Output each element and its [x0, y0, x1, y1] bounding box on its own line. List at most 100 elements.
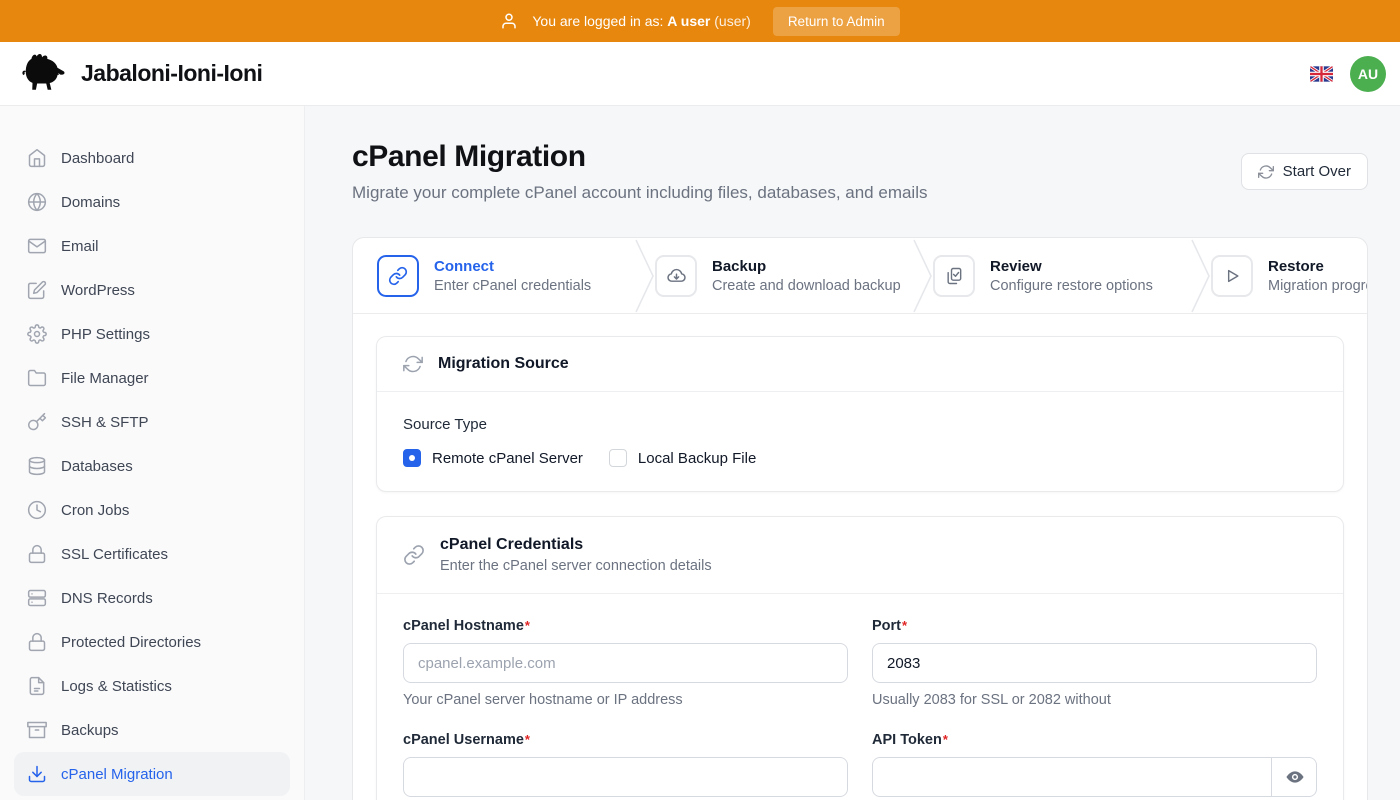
gear-icon [27, 324, 47, 344]
cloud-download-icon [655, 255, 697, 297]
sidebar-item-label: Cron Jobs [61, 502, 129, 519]
radio-remote-cpanel-server[interactable]: Remote cPanel Server [403, 449, 583, 467]
step-title: Restore [1268, 258, 1367, 275]
boar-logo-icon [16, 49, 68, 98]
globe-icon [27, 192, 47, 212]
sidebar-item-label: Email [61, 238, 99, 255]
play-icon [1211, 255, 1253, 297]
sidebar-item-label: Backups [61, 722, 119, 739]
sidebar-item-dashboard[interactable]: Dashboard [14, 136, 290, 180]
migration-wizard: Connect Enter cPanel credentials Backup … [352, 237, 1368, 800]
radio-unselected-icon [609, 449, 627, 467]
user-icon [500, 12, 518, 30]
user-avatar[interactable]: AU [1350, 56, 1386, 92]
step-connect[interactable]: Connect Enter cPanel credentials [377, 255, 635, 297]
step-title: Connect [434, 258, 591, 275]
required-asterisk: * [902, 618, 907, 633]
sidebar-item-backups[interactable]: Backups [14, 708, 290, 752]
sidebar-item-php-settings[interactable]: PHP Settings [14, 312, 290, 356]
step-subtitle: Configure restore options [990, 278, 1153, 294]
field-help: Your cPanel server hostname or IP addres… [403, 692, 848, 708]
sidebar-nav: Dashboard Domains Email WordPress PHP Se… [0, 106, 305, 800]
sidebar-item-wordpress[interactable]: WordPress [14, 268, 290, 312]
sidebar-item-label: SSL Certificates [61, 546, 168, 563]
sidebar-item-cpanel-migration[interactable]: cPanel Migration [14, 752, 290, 796]
step-title: Backup [712, 258, 901, 275]
eye-icon [1285, 767, 1305, 787]
sidebar-item-databases[interactable]: Databases [14, 444, 290, 488]
step-separator [635, 238, 655, 314]
database-icon [27, 456, 47, 476]
sidebar-item-cron-jobs[interactable]: Cron Jobs [14, 488, 290, 532]
brand[interactable]: Jabaloni-Ioni-Ioni [16, 49, 262, 98]
sidebar-item-label: File Manager [61, 370, 149, 387]
cpanel-username-input[interactable] [403, 757, 848, 797]
step-review[interactable]: Review Configure restore options [933, 255, 1191, 297]
sidebar-item-domains[interactable]: Domains [14, 180, 290, 224]
brand-name: Jabaloni-Ioni-Ioni [81, 60, 262, 87]
main-content: cPanel Migration Migrate your complete c… [305, 106, 1400, 800]
mail-icon [27, 236, 47, 256]
sidebar-item-label: Logs & Statistics [61, 678, 172, 695]
sidebar-item-file-manager[interactable]: File Manager [14, 356, 290, 400]
api-token-input[interactable] [872, 757, 1317, 797]
field-label: API Token* [872, 732, 1317, 748]
sidebar-item-protected-directories[interactable]: Protected Directories [14, 620, 290, 664]
refresh-icon [1258, 164, 1274, 180]
language-flag-icon[interactable] [1310, 66, 1333, 82]
field-cpanel-hostname: cPanel Hostname* Your cPanel server host… [403, 618, 848, 708]
field-label: cPanel Username* [403, 732, 848, 748]
field-cpanel-username: cPanel Username* [403, 732, 848, 797]
step-backup[interactable]: Backup Create and download backup [655, 255, 913, 297]
sidebar-item-label: DNS Records [61, 590, 153, 607]
archive-icon [27, 720, 47, 740]
sidebar-item-ssl-certificates[interactable]: SSL Certificates [14, 532, 290, 576]
step-separator [913, 238, 933, 314]
step-restore[interactable]: Restore Migration progress [1211, 255, 1367, 297]
radio-local-backup-file[interactable]: Local Backup File [609, 449, 756, 467]
sidebar-item-label: SSH & SFTP [61, 414, 149, 431]
step-subtitle: Migration progress [1268, 278, 1367, 294]
field-label: cPanel Hostname* [403, 618, 848, 634]
start-over-button[interactable]: Start Over [1241, 153, 1368, 190]
field-help: Usually 2083 for SSL or 2082 without [872, 692, 1317, 708]
sidebar-item-ssh-sftp[interactable]: SSH & SFTP [14, 400, 290, 444]
migration-source-card: Migration Source Source Type Remote cPan… [376, 336, 1344, 492]
sidebar-item-label: Domains [61, 194, 120, 211]
required-asterisk: * [525, 618, 530, 633]
sidebar-item-label: cPanel Migration [61, 766, 173, 783]
impersonated-username: A user [667, 13, 710, 29]
return-to-admin-button[interactable]: Return to Admin [773, 7, 900, 36]
key-icon [27, 412, 47, 432]
sidebar-item-email[interactable]: Email [14, 224, 290, 268]
page-title: cPanel Migration [352, 140, 928, 174]
radio-label: Remote cPanel Server [432, 450, 583, 467]
card-title: Migration Source [438, 355, 569, 373]
start-over-label: Start Over [1283, 163, 1351, 180]
card-subtitle: Enter the cPanel server connection detai… [440, 558, 712, 574]
sidebar-item-logs-statistics[interactable]: Logs & Statistics [14, 664, 290, 708]
clipboard-check-icon [933, 255, 975, 297]
lock-icon [27, 544, 47, 564]
required-asterisk: * [943, 732, 948, 747]
field-api-token: API Token* [872, 732, 1317, 797]
refresh-icon [403, 354, 423, 374]
radio-label: Local Backup File [638, 450, 756, 467]
folder-icon [27, 368, 47, 388]
toggle-visibility-button[interactable] [1271, 757, 1317, 797]
sidebar-item-dns-records[interactable]: DNS Records [14, 576, 290, 620]
home-icon [27, 148, 47, 168]
field-label: Port* [872, 618, 1317, 634]
download-icon [27, 764, 47, 784]
sidebar-item-label: WordPress [61, 282, 135, 299]
port-input[interactable] [872, 643, 1317, 683]
clock-icon [27, 500, 47, 520]
sidebar-item-label: PHP Settings [61, 326, 150, 343]
link-icon [403, 544, 425, 566]
source-type-label: Source Type [403, 416, 1317, 433]
step-title: Review [990, 258, 1153, 275]
impersonated-role: (user) [714, 13, 751, 29]
cpanel-hostname-input[interactable] [403, 643, 848, 683]
wizard-stepper: Connect Enter cPanel credentials Backup … [353, 238, 1367, 314]
page-subtitle: Migrate your complete cPanel account inc… [352, 183, 928, 203]
